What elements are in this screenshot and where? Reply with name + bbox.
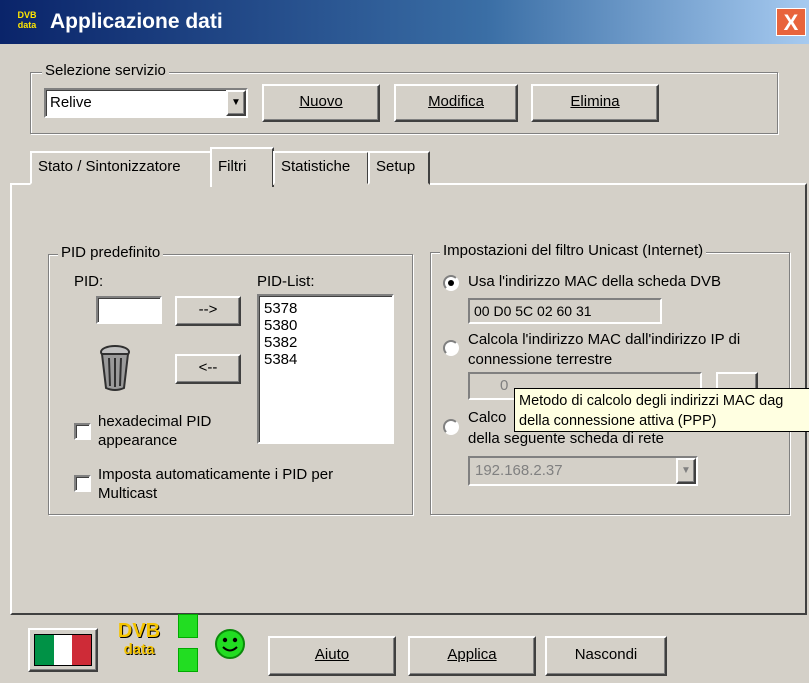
mac-dvb-radio[interactable] <box>443 275 459 291</box>
service-select-value: Relive <box>50 94 92 111</box>
tab-status-tuner[interactable]: Stato / Sintonizzatore <box>30 151 212 185</box>
chevron-down-icon[interactable]: ▼ <box>226 90 246 116</box>
pid-list[interactable]: 5378 5380 5382 5384 <box>257 294 394 444</box>
tooltip: Metodo di calcolo degli indirizzi MAC da… <box>514 388 809 432</box>
service-group-label: Selezione servizio <box>42 62 169 79</box>
apply-button[interactable]: Applica <box>408 636 536 676</box>
pid-list-item[interactable]: 5378 <box>264 300 392 317</box>
unicast-group-label: Impostazioni del filtro Unicast (Interne… <box>440 242 707 259</box>
network-card-label-start: Calco <box>468 409 507 426</box>
network-card-label: della seguente scheda di rete <box>468 430 664 447</box>
language-flag-button[interactable] <box>28 628 98 672</box>
close-button[interactable]: X <box>776 8 806 36</box>
italian-flag-icon <box>34 634 92 666</box>
status-led-top <box>178 614 198 638</box>
delete-service-button[interactable]: Elimina <box>531 84 659 122</box>
tooltip-line: Metodo di calcolo degli indirizzi MAC da… <box>519 393 784 409</box>
ip-octet: 0 <box>500 377 509 394</box>
pid-list-item[interactable]: 5382 <box>264 334 392 351</box>
help-button[interactable]: Aiuto <box>268 636 396 676</box>
hide-button[interactable]: Nascondi <box>545 636 667 676</box>
edit-service-button[interactable]: Modifica <box>394 84 518 122</box>
hex-pid-checkbox[interactable] <box>74 423 91 440</box>
tab-statistics[interactable]: Statistiche <box>273 151 369 185</box>
tab-filters[interactable]: Filtri <box>210 147 274 187</box>
pid-group-label: PID predefinito <box>58 244 164 261</box>
new-service-button[interactable]: Nuovo <box>262 84 380 122</box>
add-pid-button[interactable]: --> <box>175 296 241 326</box>
pid-label: PID: <box>74 273 104 290</box>
dvb-data-logo: DVB data <box>110 620 168 672</box>
mac-value-field: 00 D0 5C 02 60 31 <box>468 298 662 324</box>
mac-from-ip-label: Calcola l'indirizzo MAC dall'indirizzo I… <box>468 331 741 368</box>
trash-icon[interactable] <box>98 344 132 392</box>
remove-pid-button[interactable]: <-- <box>175 354 241 384</box>
pid-input[interactable] <box>96 296 162 324</box>
logo-text: DVB <box>117 620 161 642</box>
mac-from-ip-radio[interactable] <box>443 340 459 356</box>
smiley-icon <box>214 628 246 660</box>
chevron-down-icon[interactable]: ▼ <box>676 458 696 484</box>
pid-list-item[interactable]: 5384 <box>264 351 392 368</box>
app-icon: DVB data <box>17 10 37 30</box>
hex-pid-label: hexadecimal PID appearance <box>98 413 212 449</box>
network-card-select[interactable]: 192.168.2.37 ▼ <box>468 456 698 486</box>
network-card-ip: 192.168.2.37 <box>475 462 563 479</box>
network-card-radio[interactable] <box>443 419 459 435</box>
tooltip-line: della connessione attiva (PPP) <box>519 413 717 429</box>
auto-multicast-label: Imposta automaticamente i PID per Multic… <box>98 466 334 502</box>
service-select[interactable]: Relive ▼ <box>44 88 248 118</box>
mac-dvb-label: Usa l'indirizzo MAC della scheda DVB <box>468 273 721 290</box>
auto-multicast-checkbox[interactable] <box>74 475 91 492</box>
pid-list-item[interactable]: 5380 <box>264 317 392 334</box>
tab-setup[interactable]: Setup <box>368 151 430 185</box>
window-title: Applicazione dati <box>50 10 223 33</box>
logo-text: data <box>123 641 155 658</box>
status-led-bottom <box>178 648 198 672</box>
pid-list-label: PID-List: <box>257 273 315 290</box>
